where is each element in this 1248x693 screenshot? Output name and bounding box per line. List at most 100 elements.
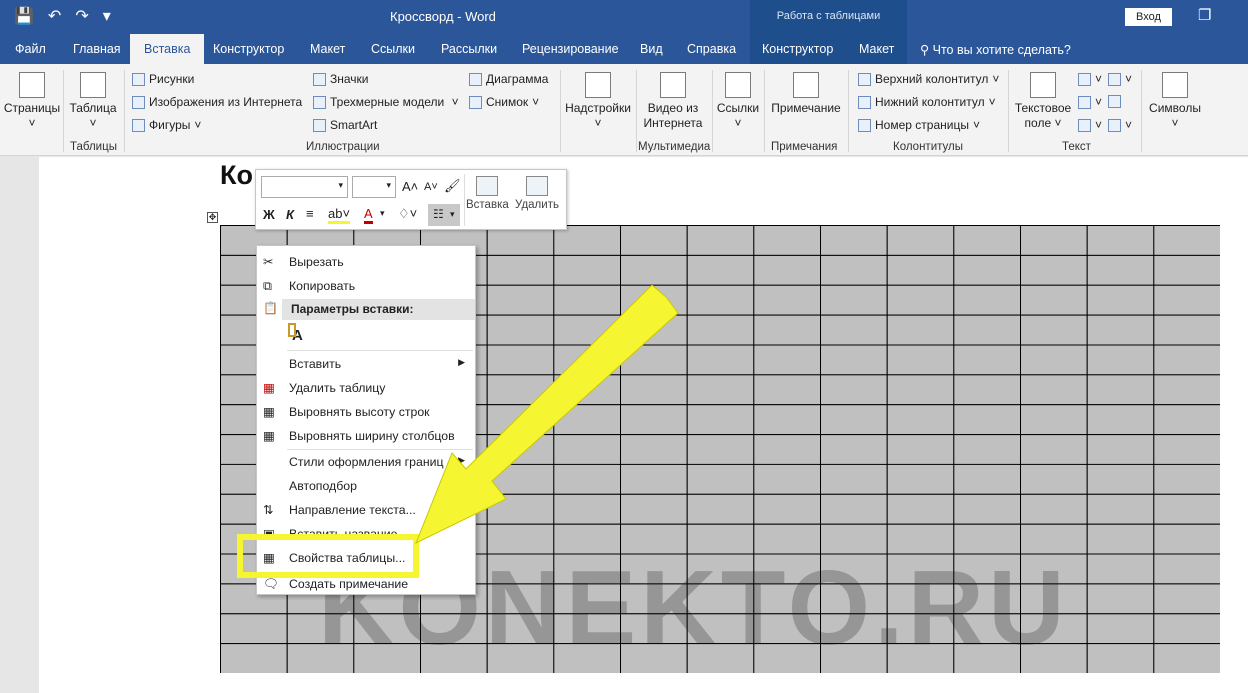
- table-cell[interactable]: [1153, 225, 1220, 256]
- table-cell[interactable]: [1153, 643, 1220, 673]
- ribbon-display-options-icon[interactable]: ❐: [1198, 6, 1211, 24]
- table-cell[interactable]: [753, 463, 821, 495]
- table-cell[interactable]: [1086, 284, 1155, 316]
- table-cell[interactable]: [1086, 254, 1155, 286]
- font-color-icon[interactable]: A: [364, 206, 373, 224]
- table-cell[interactable]: [686, 463, 755, 495]
- table-cell[interactable]: [620, 254, 688, 286]
- table-cell[interactable]: [753, 344, 821, 376]
- footer-button[interactable]: Нижний колонтитул ˅: [858, 95, 996, 109]
- pictures-button[interactable]: Рисунки: [132, 72, 194, 86]
- table-cell[interactable]: [1086, 493, 1155, 525]
- table-cell[interactable]: [753, 284, 821, 316]
- table-cell[interactable]: [220, 613, 288, 645]
- table-cell[interactable]: [953, 374, 1021, 406]
- wordart-button[interactable]: ˅: [1078, 95, 1102, 109]
- table-cell[interactable]: [953, 493, 1021, 525]
- table-button[interactable]: Таблица ˅: [66, 72, 120, 131]
- table-cell[interactable]: [686, 434, 755, 466]
- table-cell[interactable]: [1153, 583, 1220, 615]
- date-time-button[interactable]: [1108, 95, 1121, 108]
- table-cell[interactable]: [886, 344, 955, 376]
- table-cell[interactable]: [1020, 374, 1088, 406]
- shrink-font-icon[interactable]: A˅: [424, 181, 438, 193]
- table-cell[interactable]: [953, 344, 1021, 376]
- table-cell[interactable]: [686, 404, 755, 436]
- online-video-button[interactable]: Видео из Интернета: [640, 72, 706, 131]
- table-cell[interactable]: [220, 643, 288, 673]
- redo-icon[interactable]: ↷: [75, 6, 88, 26]
- table-cell[interactable]: [753, 254, 821, 286]
- online-pictures-button[interactable]: Изображения из Интернета: [132, 95, 302, 109]
- table-cell[interactable]: [820, 225, 888, 256]
- delete-rows-button[interactable]: Удалить: [514, 176, 560, 211]
- font-name-field[interactable]: ▾: [261, 176, 348, 198]
- customize-qat-icon[interactable]: ▾: [103, 6, 111, 26]
- table-cell[interactable]: [1086, 314, 1155, 346]
- textbox-button[interactable]: Текстовое поле ˅: [1012, 72, 1074, 131]
- table-cell[interactable]: [1020, 225, 1088, 256]
- table-cell[interactable]: [1020, 493, 1088, 525]
- tab-home[interactable]: Главная: [73, 42, 121, 56]
- pages-button[interactable]: Страницы ˅: [2, 72, 62, 131]
- table-cell[interactable]: [820, 254, 888, 286]
- table-cell[interactable]: [820, 404, 888, 436]
- tab-file[interactable]: Файл: [15, 42, 46, 56]
- table-cell[interactable]: [1153, 434, 1220, 466]
- tab-design[interactable]: Конструктор: [213, 42, 284, 56]
- table-cell[interactable]: [686, 225, 755, 256]
- table-cell[interactable]: [886, 254, 955, 286]
- tab-review[interactable]: Рецензирование: [522, 42, 619, 56]
- menu-cut[interactable]: ✂ Вырезать: [257, 250, 475, 274]
- table-cell[interactable]: [753, 314, 821, 346]
- table-cell[interactable]: [753, 404, 821, 436]
- table-cell[interactable]: [1086, 225, 1155, 256]
- font-size-field[interactable]: ▾: [352, 176, 396, 198]
- table-cell[interactable]: [886, 284, 955, 316]
- table-cell[interactable]: [1153, 374, 1220, 406]
- table-cell[interactable]: [820, 434, 888, 466]
- tab-layout[interactable]: Макет: [310, 42, 345, 56]
- smartart-button[interactable]: SmartArt: [313, 118, 377, 132]
- undo-icon[interactable]: ↶: [48, 6, 61, 26]
- table-cell[interactable]: [686, 344, 755, 376]
- table-cell[interactable]: [1153, 284, 1220, 316]
- table-cell[interactable]: [1086, 404, 1155, 436]
- table-cell[interactable]: [686, 284, 755, 316]
- comment-button[interactable]: Примечание: [768, 72, 844, 116]
- table-cell[interactable]: [1020, 463, 1088, 495]
- table-cell[interactable]: [1086, 374, 1155, 406]
- bold-button[interactable]: Ж: [263, 207, 275, 222]
- table-cell[interactable]: [953, 225, 1021, 256]
- table-cell[interactable]: [686, 254, 755, 286]
- table-cell[interactable]: [886, 374, 955, 406]
- table-cell[interactable]: [486, 254, 555, 286]
- table-cell[interactable]: [1020, 434, 1088, 466]
- table-cell[interactable]: [886, 493, 955, 525]
- addins-button[interactable]: Надстройки ˅: [563, 72, 633, 131]
- page-number-button[interactable]: Номер страницы ˅: [858, 118, 980, 132]
- table-cell[interactable]: [1086, 523, 1155, 555]
- chevron-down-icon[interactable]: ▾: [380, 208, 385, 219]
- table-cell[interactable]: [1020, 254, 1088, 286]
- 3d-models-button[interactable]: Трехмерные модели ˅: [313, 95, 459, 109]
- table-cell[interactable]: [753, 225, 821, 256]
- tab-table-design[interactable]: Конструктор: [762, 42, 833, 56]
- symbols-button[interactable]: Символы ˅: [1146, 72, 1204, 131]
- table-cell[interactable]: [1020, 404, 1088, 436]
- object-button[interactable]: ˅: [1108, 118, 1132, 132]
- italic-button[interactable]: К: [286, 207, 294, 222]
- table-cell[interactable]: [953, 284, 1021, 316]
- table-move-handle-icon[interactable]: ✥: [207, 212, 218, 223]
- table-cell[interactable]: [886, 463, 955, 495]
- table-cell[interactable]: [686, 374, 755, 406]
- table-cell[interactable]: [686, 493, 755, 525]
- tab-insert[interactable]: Вставка: [130, 34, 205, 64]
- shapes-button[interactable]: Фигуры ˅: [132, 118, 201, 132]
- table-cell[interactable]: [753, 374, 821, 406]
- table-cell[interactable]: [953, 434, 1021, 466]
- table-cell[interactable]: [1020, 284, 1088, 316]
- table-cell[interactable]: [820, 493, 888, 525]
- table-cell[interactable]: [820, 374, 888, 406]
- icons-button[interactable]: Значки: [313, 72, 369, 86]
